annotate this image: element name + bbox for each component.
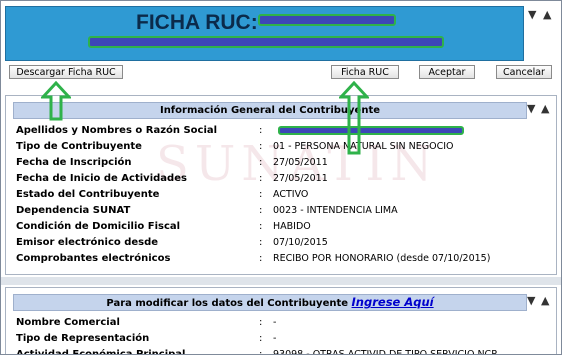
row-label: Condición de Domicilio Fiscal bbox=[16, 221, 181, 232]
ficha-ruc-button[interactable]: Ficha RUC bbox=[331, 65, 399, 79]
ficha-ruc-window: FICHA RUC: ▼ ▲ Descargar Ficha RUC Ficha… bbox=[0, 0, 562, 355]
accept-button[interactable]: Aceptar bbox=[419, 65, 475, 79]
collapse-header-icon[interactable]: ▼ bbox=[528, 8, 536, 21]
row-value: - bbox=[273, 317, 277, 328]
annotation-arrow-download bbox=[41, 81, 71, 121]
row-label: Actividad Económica Principal bbox=[16, 349, 186, 355]
close-header-icon[interactable]: ▲ bbox=[543, 8, 551, 21]
general-info-panel: Información General del Contribuyente ▼ … bbox=[5, 95, 557, 275]
row-value: RECIBO POR HONORARIO (desde 07/10/2015) bbox=[273, 253, 491, 264]
header-banner: FICHA RUC: bbox=[5, 6, 524, 61]
row-value: 27/05/2011 bbox=[273, 173, 328, 184]
expand-section-icon[interactable]: ▲ bbox=[541, 294, 549, 307]
general-info-title: Información General del Contribuyente bbox=[13, 102, 527, 119]
row-value: HABIDO bbox=[273, 221, 311, 232]
modify-data-title: Para modificar los datos del Contribuyen… bbox=[13, 294, 527, 311]
redacted-contributor-name bbox=[88, 36, 444, 48]
row-label: Nombre Comercial bbox=[16, 317, 120, 328]
row-value: 0023 - INTENDENCIA LIMA bbox=[273, 205, 398, 216]
modify-data-panel: Para modificar los datos del Contribuyen… bbox=[5, 287, 557, 355]
collapse-section-icon[interactable]: ▼ bbox=[527, 294, 535, 307]
row-separator: : bbox=[259, 125, 263, 136]
row-label: Emisor electrónico desde bbox=[16, 237, 159, 248]
row-label: Tipo de Contribuyente bbox=[16, 141, 142, 152]
row-separator: : bbox=[259, 189, 263, 200]
row-label: Dependencia SUNAT bbox=[16, 205, 131, 216]
row-value: ACTIVO bbox=[273, 189, 309, 200]
cancel-button[interactable]: Cancelar bbox=[496, 65, 552, 79]
row-label: Comprobantes electrónicos bbox=[16, 253, 171, 264]
row-label: Estado del Contribuyente bbox=[16, 189, 160, 200]
row-separator: : bbox=[259, 173, 263, 184]
row-separator: : bbox=[259, 333, 263, 344]
collapse-section-icon[interactable]: ▼ bbox=[527, 102, 535, 115]
row-separator: : bbox=[259, 205, 263, 216]
row-value: 07/10/2015 bbox=[273, 237, 328, 248]
row-separator: : bbox=[259, 317, 263, 328]
row-label: Tipo de Representación bbox=[16, 333, 150, 344]
redacted-ruc-number bbox=[258, 14, 396, 26]
annotation-arrow-ficha bbox=[339, 81, 369, 155]
row-separator: : bbox=[259, 349, 263, 355]
row-value: 93098 - OTRAS ACTIVID.DE TIPO SERVICIO N… bbox=[273, 349, 497, 355]
row-separator: : bbox=[259, 237, 263, 248]
row-label: Fecha de Inscripción bbox=[16, 157, 132, 168]
ingrese-aqui-link[interactable]: Ingrese Aquí bbox=[352, 295, 434, 309]
section-divider bbox=[1, 277, 561, 285]
row-label: Apellidos y Nombres o Razón Social bbox=[16, 125, 218, 136]
redacted-name-value bbox=[278, 126, 464, 135]
row-separator: : bbox=[259, 221, 263, 232]
row-separator: : bbox=[259, 253, 263, 264]
expand-section-icon[interactable]: ▲ bbox=[541, 102, 549, 115]
row-value: 27/05/2011 bbox=[273, 157, 328, 168]
modify-data-title-text: Para modificar los datos del Contribuyen… bbox=[106, 298, 349, 309]
row-separator: : bbox=[259, 157, 263, 168]
row-value: - bbox=[273, 333, 277, 344]
row-label: Fecha de Inicio de Actividades bbox=[16, 173, 187, 184]
page-title: FICHA RUC: bbox=[136, 11, 258, 34]
row-separator: : bbox=[259, 141, 263, 152]
download-ficha-ruc-button[interactable]: Descargar Ficha RUC bbox=[9, 65, 123, 79]
